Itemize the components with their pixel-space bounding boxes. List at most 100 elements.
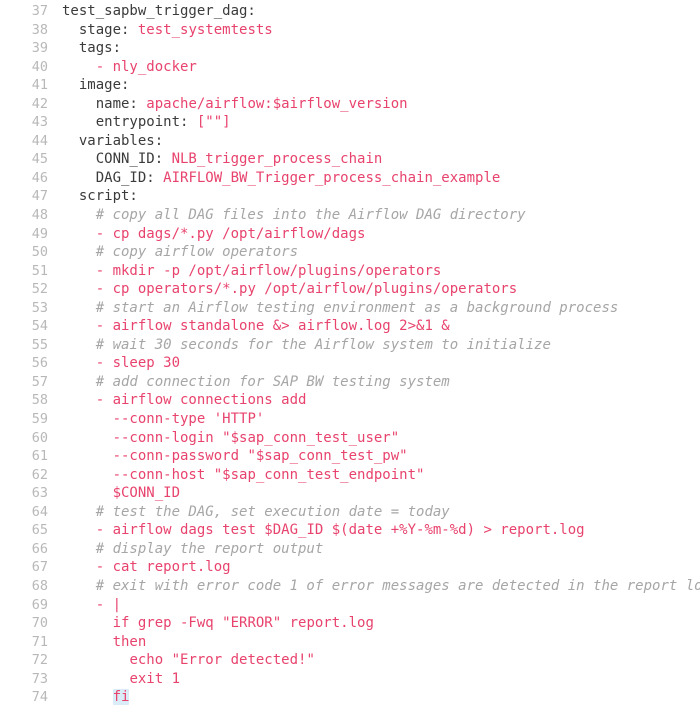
line-number: 54 xyxy=(31,318,48,335)
code-line[interactable]: 72 echo "Error detected!" xyxy=(0,651,700,670)
code-line[interactable]: 65 - airflow dags test $DAG_ID $(date +%… xyxy=(0,521,700,540)
code-line[interactable]: 42 name: apache/airflow:$airflow_version xyxy=(0,95,700,114)
code-line[interactable]: 43 entrypoint: [""] xyxy=(0,113,700,132)
line-content[interactable]: - cat report.log xyxy=(48,558,700,577)
code-line[interactable]: 37 test_sapbw_trigger_dag: xyxy=(0,2,700,21)
line-content[interactable]: --conn-password "$sap_conn_test_pw" xyxy=(48,447,700,466)
code-line[interactable]: 61 --conn-password "$sap_conn_test_pw" xyxy=(0,447,700,466)
highlighted-token: fi xyxy=(112,689,130,706)
line-content[interactable]: # copy airflow operators xyxy=(48,243,700,262)
code-viewer[interactable]: 37 test_sapbw_trigger_dag: 38 stage: test_… xyxy=(0,0,700,715)
code-line[interactable]: 50 # copy airflow operators xyxy=(0,243,700,262)
line-number: 59 xyxy=(31,411,48,428)
code-line[interactable]: 46 DAG_ID: AIRFLOW_BW_Trigger_process_ch… xyxy=(0,169,700,188)
yaml-list-dash: - xyxy=(95,522,113,539)
line-content[interactable]: - airflow dags test $DAG_ID $(date +%Y-%… xyxy=(48,521,700,540)
code-line[interactable]: 64 # test the DAG, set execution date = … xyxy=(0,503,700,522)
code-line[interactable]: 53 # start an Airflow testing environmen… xyxy=(0,299,700,318)
code-line[interactable]: 45 CONN_ID: NLB_trigger_process_chain xyxy=(0,150,700,169)
line-content[interactable]: then xyxy=(48,633,700,652)
line-content[interactable]: - nly_docker xyxy=(48,58,700,77)
line-number: 58 xyxy=(31,392,48,409)
line-content[interactable]: - cp dags/*.py /opt/airflow/dags xyxy=(48,225,700,244)
line-content[interactable]: name: apache/airflow:$airflow_version xyxy=(48,95,700,114)
yaml-value-token: --conn-login "$sap_conn_test_user" xyxy=(112,429,400,446)
line-number: 53 xyxy=(31,299,48,316)
line-content[interactable]: script: xyxy=(48,187,700,206)
code-line[interactable]: 55 # wait 30 seconds for the Airflow sys… xyxy=(0,336,700,355)
code-line[interactable]: 44 variables: xyxy=(0,132,700,151)
line-number: 62 xyxy=(31,466,48,483)
code-line[interactable]: 74 fi xyxy=(0,688,700,707)
line-number: 70 xyxy=(31,615,48,632)
code-line[interactable]: 58 - airflow connections add xyxy=(0,391,700,410)
line-content[interactable]: - | xyxy=(48,596,700,615)
yaml-value-token: airflow standalone &> airflow.log 2>&1 & xyxy=(112,318,450,335)
code-line[interactable]: 40 - nly_docker xyxy=(0,58,700,77)
line-content[interactable]: --conn-host "$sap_conn_test_endpoint" xyxy=(48,466,700,485)
line-content[interactable]: fi xyxy=(48,688,700,707)
line-content[interactable]: image: xyxy=(48,76,700,95)
yaml-value-token: nly_docker xyxy=(112,58,197,75)
line-content[interactable]: --conn-type 'HTTP' xyxy=(48,410,700,429)
code-line[interactable]: 67 - cat report.log xyxy=(0,558,700,577)
line-number: 39 xyxy=(31,40,48,57)
code-line[interactable]: 66 # display the report output xyxy=(0,540,700,559)
line-content[interactable]: stage: test_systemtests xyxy=(48,21,700,40)
line-content[interactable]: DAG_ID: AIRFLOW_BW_Trigger_process_chain… xyxy=(48,169,700,188)
code-line[interactable]: 68 # exit with error code 1 of error mes… xyxy=(0,577,700,596)
line-content[interactable]: CONN_ID: NLB_trigger_process_chain xyxy=(48,150,700,169)
code-line[interactable]: 63 $CONN_ID xyxy=(0,484,700,503)
line-content[interactable]: # start an Airflow testing environment a… xyxy=(48,299,700,318)
line-content[interactable]: # display the report output xyxy=(48,540,700,559)
yaml-value-token: test_systemtests xyxy=(137,21,273,38)
line-content[interactable]: - cp operators/*.py /opt/airflow/plugins… xyxy=(48,280,700,299)
code-line[interactable]: 71 then xyxy=(0,633,700,652)
line-content[interactable]: - airflow connections add xyxy=(48,391,700,410)
line-content[interactable]: # copy all DAG files into the Airflow DA… xyxy=(48,206,700,225)
code-line[interactable]: 62 --conn-host "$sap_conn_test_endpoint" xyxy=(0,466,700,485)
line-content[interactable]: echo "Error detected!" xyxy=(48,651,700,670)
code-line[interactable]: 56 - sleep 30 xyxy=(0,354,700,373)
code-line[interactable]: 69 - | xyxy=(0,596,700,615)
line-content[interactable]: # test the DAG, set execution date = tod… xyxy=(48,503,700,522)
code-line[interactable]: 60 --conn-login "$sap_conn_test_user" xyxy=(0,429,700,448)
line-number: 57 xyxy=(31,373,48,390)
line-content[interactable]: # wait 30 seconds for the Airflow system… xyxy=(48,336,700,355)
yaml-list-dash: - xyxy=(95,262,113,279)
code-line[interactable]: 51 - mkdir -p /opt/airflow/plugins/opera… xyxy=(0,262,700,281)
line-content[interactable]: --conn-login "$sap_conn_test_user" xyxy=(48,429,700,448)
code-line[interactable]: 49 - cp dags/*.py /opt/airflow/dags xyxy=(0,225,700,244)
line-content[interactable]: - mkdir -p /opt/airflow/plugins/operator… xyxy=(48,262,700,281)
code-line[interactable]: 52 - cp operators/*.py /opt/airflow/plug… xyxy=(0,280,700,299)
line-content[interactable]: - sleep 30 xyxy=(48,354,700,373)
code-line[interactable]: 39 tags: xyxy=(0,39,700,58)
yaml-value-token: [""] xyxy=(196,114,231,131)
line-content[interactable]: $CONN_ID xyxy=(48,484,700,503)
line-content[interactable]: entrypoint: [""] xyxy=(48,113,700,132)
line-number: 51 xyxy=(31,262,48,279)
comment-token: # wait 30 seconds for the Airflow system… xyxy=(95,336,551,353)
code-line[interactable]: 59 --conn-type 'HTTP' xyxy=(0,410,700,429)
line-content[interactable]: # exit with error code 1 of error messag… xyxy=(48,577,700,596)
line-number: 69 xyxy=(31,596,48,613)
line-content[interactable]: # add connection for SAP BW testing syst… xyxy=(48,373,700,392)
line-number: 43 xyxy=(31,114,48,131)
code-line[interactable]: 38 stage: test_systemtests xyxy=(0,21,700,40)
line-content[interactable]: - airflow standalone &> airflow.log 2>&1… xyxy=(48,317,700,336)
line-number: 40 xyxy=(31,58,48,75)
line-content[interactable]: if grep -Fwq "ERROR" report.log xyxy=(48,614,700,633)
yaml-value-token: AIRFLOW_BW_Trigger_process_chain_example xyxy=(163,169,501,186)
code-line[interactable]: 48 # copy all DAG files into the Airflow… xyxy=(0,206,700,225)
line-number: 56 xyxy=(31,355,48,372)
code-line[interactable]: 70 if grep -Fwq "ERROR" report.log xyxy=(0,614,700,633)
line-content[interactable]: test_sapbw_trigger_dag: xyxy=(48,2,700,21)
line-content[interactable]: tags: xyxy=(48,39,700,58)
code-line[interactable]: 73 exit 1 xyxy=(0,670,700,689)
code-line[interactable]: 57 # add connection for SAP BW testing s… xyxy=(0,373,700,392)
code-line[interactable]: 47 script: xyxy=(0,187,700,206)
line-content[interactable]: exit 1 xyxy=(48,670,700,689)
code-line[interactable]: 41 image: xyxy=(0,76,700,95)
code-line[interactable]: 54 - airflow standalone &> airflow.log 2… xyxy=(0,317,700,336)
line-content[interactable]: variables: xyxy=(48,132,700,151)
